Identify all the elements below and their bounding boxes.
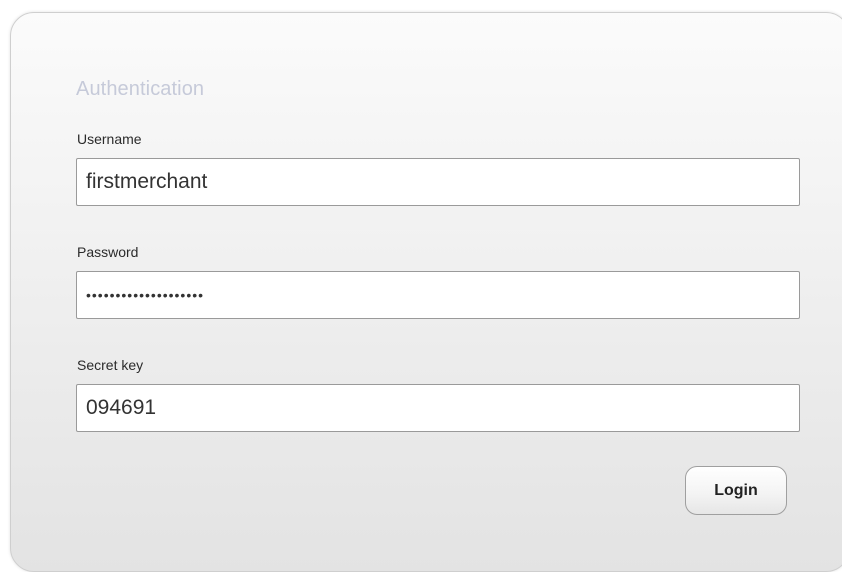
username-input[interactable] (76, 158, 800, 206)
secret-key-input[interactable] (76, 384, 800, 432)
username-label: Username (77, 131, 142, 147)
form-title: Authentication (76, 78, 205, 100)
password-input[interactable] (76, 271, 800, 319)
login-button[interactable]: Login (685, 466, 787, 515)
password-label: Password (77, 244, 139, 260)
secret-key-label: Secret key (77, 357, 144, 373)
